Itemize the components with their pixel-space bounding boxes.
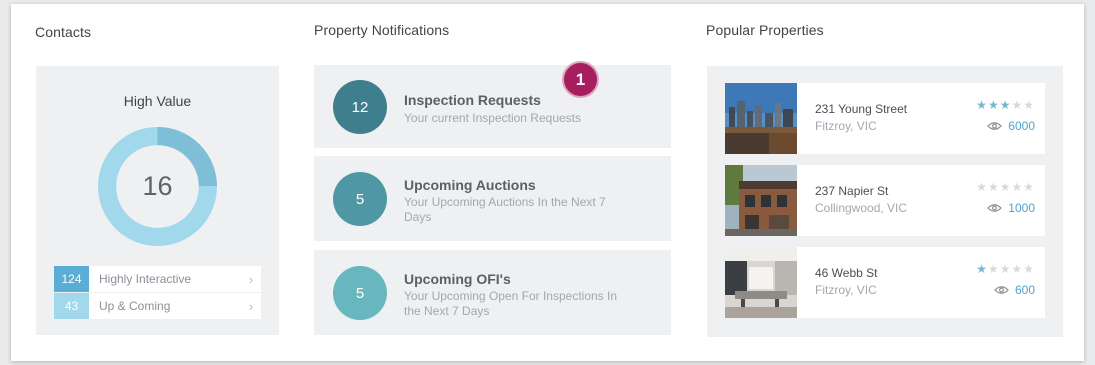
contact-row-up-and-coming[interactable]: 43 Up & Coming ›	[54, 293, 261, 319]
views-count: 6000	[1008, 119, 1035, 133]
step-badge: 1	[562, 61, 599, 98]
star-empty-icon: ★	[987, 180, 1000, 194]
notification-count: 5	[333, 266, 387, 320]
star-empty-icon: ★	[1011, 262, 1024, 276]
star-empty-icon: ★	[1011, 98, 1024, 112]
property-photo	[725, 83, 797, 154]
popular-properties-title: Popular Properties	[706, 22, 824, 38]
star-rating: ★★★★★	[976, 98, 1035, 112]
property-views: 6000	[987, 119, 1035, 133]
notification-subtitle: Your Upcoming Auctions In the Next 7 Day…	[404, 195, 606, 224]
property-views: 1000	[987, 201, 1035, 215]
eye-icon	[987, 122, 1003, 130]
star-empty-icon: ★	[1023, 98, 1035, 112]
star-empty-icon: ★	[1023, 262, 1035, 276]
chevron-right-icon: ›	[248, 271, 254, 287]
star-filled-icon: ★	[999, 98, 1012, 112]
notification-inspection-requests[interactable]: 12 Inspection Requests Your current Insp…	[314, 65, 671, 148]
contacts-total: 16	[142, 171, 173, 201]
chevron-right-icon: ›	[248, 298, 254, 314]
notifications-title: Property Notifications	[314, 22, 450, 38]
property-card-231-young-street[interactable]: 231 Young Street Fitzroy, VIC ★★★★★ 6000	[725, 83, 1045, 154]
high-value-title: High Value	[123, 93, 192, 109]
contact-row-highly-interactive[interactable]: 124 Highly Interactive ›	[54, 266, 261, 292]
property-address: 237 Napier St	[815, 184, 889, 198]
star-empty-icon: ★	[987, 262, 1000, 276]
notification-count: 12	[333, 80, 387, 134]
star-empty-icon: ★	[1023, 180, 1035, 194]
property-card-237-napier-st[interactable]: 237 Napier St Collingwood, VIC ★★★★★ 100…	[725, 165, 1045, 236]
contact-count: 124	[54, 266, 89, 292]
popular-properties-panel: 231 Young Street Fitzroy, VIC ★★★★★ 6000	[707, 66, 1063, 337]
star-rating: ★★★★★	[976, 180, 1035, 194]
star-rating: ★★★★★	[976, 262, 1035, 276]
property-card-46-webb-st[interactable]: 46 Webb St Fitzroy, VIC ★★★★★ 600	[725, 247, 1045, 318]
property-views: 600	[994, 283, 1035, 297]
notification-count: 5	[333, 172, 387, 226]
notification-title: Inspection Requests	[404, 92, 541, 108]
contacts-panel: High Value 16 124 Highly Interactive › 4…	[36, 66, 279, 335]
star-empty-icon: ★	[999, 262, 1012, 276]
property-suburb: Fitzroy, VIC	[815, 119, 877, 133]
contact-count: 43	[54, 293, 89, 319]
eye-icon	[987, 204, 1003, 212]
property-suburb: Fitzroy, VIC	[815, 283, 877, 297]
star-filled-icon: ★	[976, 262, 988, 276]
property-address: 46 Webb St	[815, 266, 878, 280]
notification-title: Upcoming OFI's	[404, 271, 511, 287]
property-photo	[725, 165, 797, 236]
property-photo	[725, 247, 797, 318]
star-filled-icon: ★	[987, 98, 1000, 112]
contact-label: Highly Interactive	[99, 272, 192, 286]
property-address: 231 Young Street	[815, 102, 908, 116]
eye-icon	[994, 286, 1009, 294]
notification-upcoming-auctions[interactable]: 5 Upcoming Auctions Your Upcoming Auctio…	[314, 156, 671, 241]
views-count: 1000	[1008, 201, 1035, 215]
star-filled-icon: ★	[976, 98, 988, 112]
contact-label: Up & Coming	[99, 299, 171, 313]
views-count: 600	[1014, 283, 1035, 297]
notification-subtitle: Your current Inspection Requests	[404, 111, 581, 125]
star-empty-icon: ★	[1011, 180, 1024, 194]
notification-subtitle: Your Upcoming Open For Inspections In th…	[404, 289, 618, 318]
property-suburb: Collingwood, VIC	[815, 201, 908, 215]
notification-title: Upcoming Auctions	[404, 177, 536, 193]
contacts-title: Contacts	[35, 24, 92, 40]
star-empty-icon: ★	[976, 180, 988, 194]
star-empty-icon: ★	[999, 180, 1012, 194]
notification-upcoming-ofis[interactable]: 5 Upcoming OFI's Your Upcoming Open For …	[314, 250, 671, 335]
dashboard-card: Contacts High Value 16 124 Highly Intera…	[11, 4, 1084, 361]
